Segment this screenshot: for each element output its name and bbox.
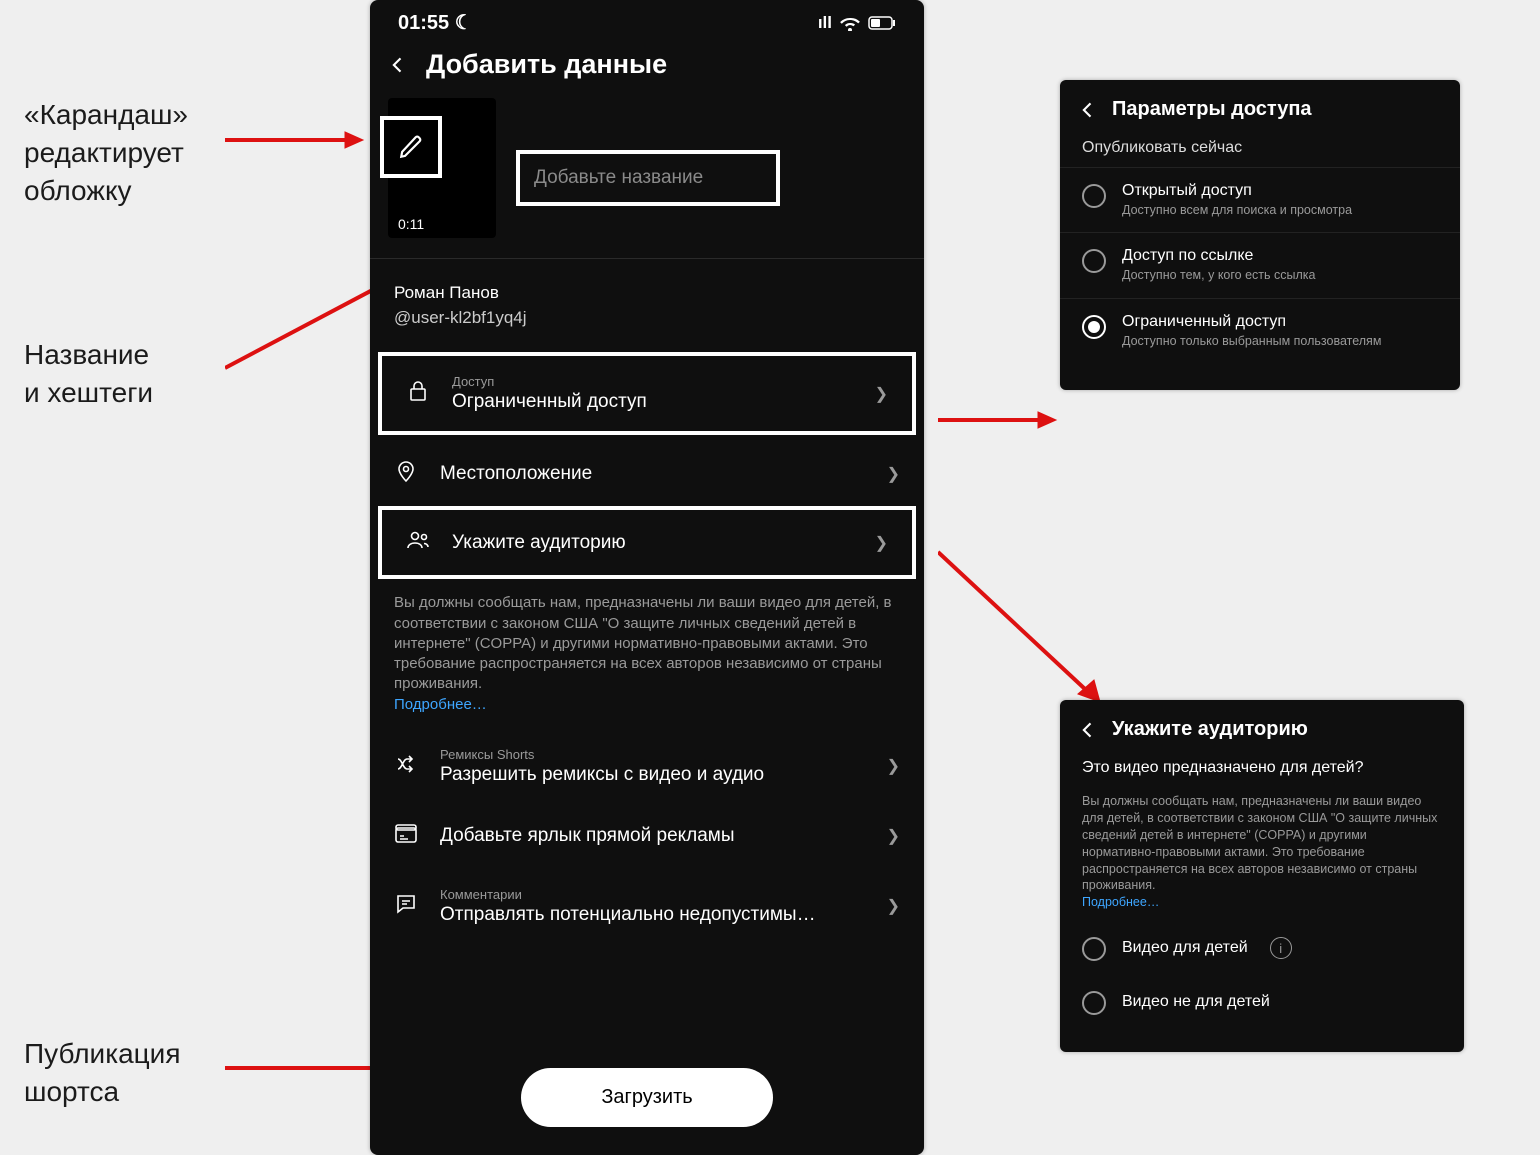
option-desc: Доступно всем для поиска и просмотра	[1122, 202, 1352, 218]
row-suplabel: Доступ	[452, 374, 855, 389]
upload-button[interactable]: Загрузить	[521, 1068, 772, 1127]
access-option-private[interactable]: Ограниченный доступ Доступно только выбра…	[1060, 298, 1460, 363]
annotation-line: и хештеги	[24, 377, 153, 408]
lock-icon	[406, 379, 432, 408]
arrow-icon	[225, 130, 365, 150]
row-remix[interactable]: Ремиксы Shorts Разрешить ремиксы с видео…	[370, 729, 924, 804]
popup-question: Это видео предназначено для детей?	[1060, 751, 1464, 787]
annotation-title: Название и хештеги	[24, 336, 153, 412]
option-title: Открытый доступ	[1122, 182, 1352, 200]
radio-icon	[1082, 991, 1106, 1015]
info-icon[interactable]: i	[1270, 937, 1292, 959]
title-input[interactable]: Добавьте название	[516, 150, 780, 206]
row-mainlabel: Отправлять потенциально недопустимы…	[440, 904, 867, 926]
moon-icon: ☾	[455, 12, 473, 34]
chevron-right-icon: ❯	[887, 756, 900, 776]
row-suplabel: Ремиксы Shorts	[440, 747, 867, 762]
row-comments[interactable]: Комментарии Отправлять потенциально недо…	[370, 869, 924, 944]
popup-audience: Укажите аудиторию Это видео предназначен…	[1060, 700, 1464, 1052]
wifi-icon	[840, 15, 860, 31]
option-label: Видео для детей	[1122, 939, 1248, 957]
row-mainlabel: Добавьте ярлык прямой рекламы	[440, 825, 867, 847]
battery-icon	[868, 16, 896, 30]
disclaimer-text: Вы должны сообщать нам, предназначены ли…	[394, 594, 892, 692]
row-access[interactable]: Доступ Ограниченный доступ ❯	[378, 352, 916, 435]
audience-icon	[406, 528, 432, 557]
back-icon[interactable]	[388, 55, 408, 75]
ads-icon	[394, 822, 420, 851]
chevron-right-icon: ❯	[875, 384, 888, 404]
access-option-public[interactable]: Открытый доступ Доступно всем для поиска …	[1060, 167, 1460, 232]
coppa-disclaimer: Вы должны сообщать нам, предназначены ли…	[370, 585, 924, 729]
annotation-line: редактирует	[24, 137, 184, 168]
popup-access: Параметры доступа Опубликовать сейчас От…	[1060, 80, 1460, 390]
user-handle: @user-kl2bf1yq4j	[394, 306, 900, 331]
access-option-link[interactable]: Доступ по ссылке Доступно тем, у кого ест…	[1060, 232, 1460, 297]
annotation-line: обложку	[24, 175, 132, 206]
user-name: Роман Панов	[394, 281, 900, 306]
row-mainlabel: Ограниченный доступ	[452, 391, 855, 413]
pencil-icon	[398, 134, 424, 160]
annotation-publish: Публикация шортса	[24, 1035, 180, 1111]
audience-option-notkids[interactable]: Видео не для детей	[1060, 975, 1464, 1029]
option-label: Видео не для детей	[1122, 993, 1270, 1011]
radio-icon	[1082, 184, 1106, 208]
location-icon	[394, 459, 420, 488]
screen-header: Добавить данные	[370, 39, 924, 98]
user-block: Роман Панов @user-kl2bf1yq4j	[370, 259, 924, 352]
edit-cover-button[interactable]	[380, 116, 442, 178]
chevron-right-icon: ❯	[875, 533, 888, 553]
page-title: Добавить данные	[426, 49, 667, 80]
thumb-duration: 0:11	[398, 216, 424, 232]
option-title: Доступ по ссылке	[1122, 247, 1315, 265]
back-icon[interactable]	[1078, 100, 1098, 120]
radio-icon	[1082, 315, 1106, 339]
arrow-icon	[938, 410, 1058, 430]
learn-more-link[interactable]: Подробнее…	[394, 696, 487, 713]
audience-option-kids[interactable]: Видео для детей i	[1060, 921, 1464, 975]
row-location[interactable]: Местоположение ❯	[370, 441, 924, 506]
annotation-line: шортса	[24, 1076, 119, 1107]
row-audience[interactable]: Укажите аудиторию ❯	[378, 506, 916, 579]
signal-icon: ıll	[818, 13, 832, 33]
remix-icon	[394, 752, 420, 781]
chevron-right-icon: ❯	[887, 896, 900, 916]
option-title: Ограниченный доступ	[1122, 313, 1381, 331]
annotation-line: Название	[24, 339, 149, 370]
learn-more-link[interactable]: Подробнее…	[1082, 895, 1159, 909]
title-placeholder: Добавьте название	[534, 167, 703, 189]
row-ads[interactable]: Добавьте ярлык прямой рекламы ❯	[370, 804, 924, 869]
row-mainlabel: Укажите аудиторию	[452, 532, 855, 554]
popup-desc: Вы должны сообщать нам, предназначены ли…	[1060, 787, 1464, 921]
popup-title: Параметры доступа	[1112, 98, 1312, 121]
popup-title: Укажите аудиторию	[1112, 718, 1308, 741]
arrow-icon	[938, 546, 1108, 706]
phone-frame: 01:55 ☾ ıll Добавить данные Ролл 0:11 До…	[370, 0, 924, 1155]
row-mainlabel: Разрешить ремиксы с видео и аудио	[440, 764, 867, 786]
status-bar: 01:55 ☾ ıll	[370, 0, 924, 39]
annotation-line: «Карандаш»	[24, 99, 188, 130]
annotation-line: Публикация	[24, 1038, 180, 1069]
row-suplabel: Комментарии	[440, 887, 867, 902]
radio-icon	[1082, 937, 1106, 961]
back-icon[interactable]	[1078, 720, 1098, 740]
chevron-right-icon: ❯	[887, 826, 900, 846]
comments-icon	[394, 892, 420, 921]
status-time: 01:55	[398, 12, 449, 34]
option-desc: Доступно тем, у кого есть ссылка	[1122, 267, 1315, 283]
annotation-pencil: «Карандаш» редактирует обложку	[24, 96, 188, 209]
row-mainlabel: Местоположение	[440, 463, 867, 485]
option-desc: Доступно только выбранным пользователям	[1122, 333, 1381, 349]
popup-subtitle: Опубликовать сейчас	[1060, 131, 1460, 167]
radio-icon	[1082, 249, 1106, 273]
chevron-right-icon: ❯	[887, 464, 900, 484]
